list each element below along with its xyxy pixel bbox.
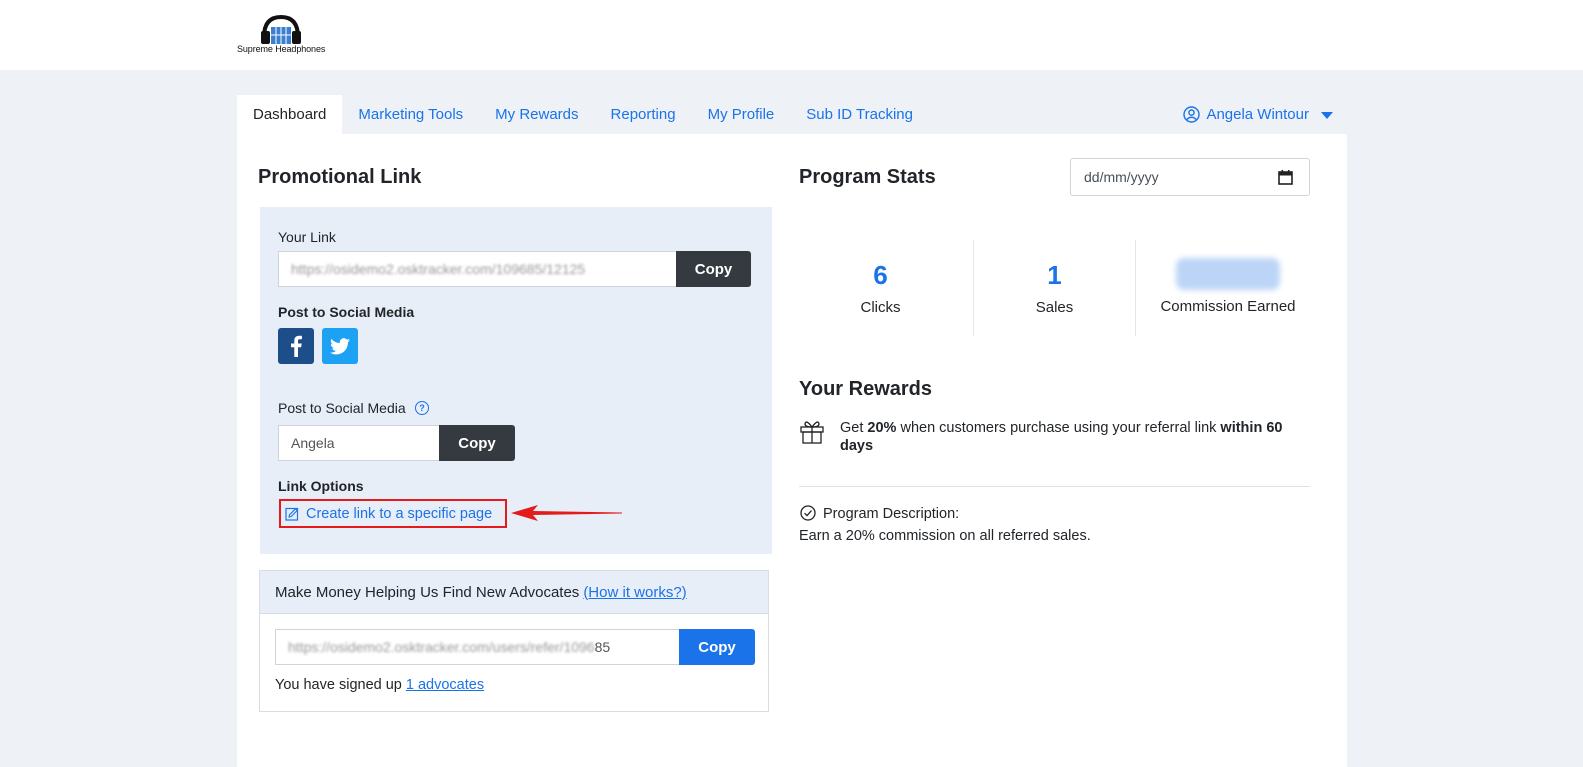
date-filter-input[interactable]: dd/mm/yyyy: [1070, 158, 1310, 196]
copy-refer-link-button[interactable]: Copy: [679, 629, 755, 665]
reward-description: Get 20% when customers purchase using yo…: [840, 419, 1310, 455]
reward-text-pre: Get: [840, 420, 868, 436]
advocates-heading: Make Money Helping Us Find New Advocates…: [260, 571, 768, 614]
user-name: Angela Wintour: [1206, 106, 1309, 123]
stat-commission: Commission Earned: [1136, 240, 1320, 336]
advocates-count-link[interactable]: 1 advocates: [406, 677, 484, 693]
stat-clicks: 6 Clicks: [799, 240, 962, 336]
stat-sales-caption: Sales: [1035, 299, 1074, 316]
edit-icon: [285, 507, 299, 521]
tab-marketing-tools[interactable]: Marketing Tools: [342, 95, 479, 134]
signed-up-line: You have signed up 1 advocates: [275, 677, 484, 693]
coupon-value: Angela: [291, 435, 335, 451]
tab-my-rewards[interactable]: My Rewards: [479, 95, 594, 134]
tab-sub-id-tracking[interactable]: Sub ID Tracking: [790, 95, 929, 134]
gift-icon: [800, 421, 824, 444]
copy-link-button[interactable]: Copy: [676, 251, 751, 287]
dashboard-card: Promotional Link Your Link https://oside…: [237, 134, 1347, 767]
main-nav: Dashboard Marketing Tools My Rewards Rep…: [237, 95, 929, 134]
social-media-title: Post to Social Media: [278, 304, 415, 320]
tab-my-profile[interactable]: My Profile: [692, 95, 791, 134]
twitter-share-button[interactable]: [322, 328, 358, 364]
coupon-label: Post to Social Media: [278, 400, 406, 416]
link-options-title: Link Options: [278, 478, 364, 494]
divider: [799, 486, 1310, 487]
stat-commission-caption: Commission Earned: [1160, 298, 1296, 315]
program-stats-title: Program Stats: [799, 166, 936, 188]
help-icon[interactable]: ?: [415, 401, 429, 415]
promotional-link-title: Promotional Link: [258, 166, 422, 188]
logo[interactable]: Supreme Headphones: [237, 15, 329, 57]
your-link-label: Your Link: [278, 229, 336, 245]
create-link-specific-page[interactable]: Create link to a specific page: [279, 499, 507, 528]
program-description-text: Earn a 20% commission on all referred sa…: [799, 528, 1091, 544]
advocates-panel: Make Money Helping Us Find New Advocates…: [259, 570, 769, 712]
tab-dashboard[interactable]: Dashboard: [237, 95, 343, 134]
logo-text: Supreme Headphones: [237, 44, 326, 54]
your-link-input[interactable]: https://osidemo2.osktracker.com/109685/1…: [278, 251, 677, 287]
tab-reporting[interactable]: Reporting: [595, 95, 692, 134]
stat-commission-value-blurred: [1176, 258, 1280, 290]
create-link-label: Create link to a specific page: [306, 505, 493, 522]
user-circle-icon: [1183, 106, 1201, 123]
chevron-down-icon: [1321, 112, 1333, 119]
advocates-heading-text: Make Money Helping Us Find New Advocates: [275, 583, 580, 601]
reward-text-mid: when customers purchase using your refer…: [896, 420, 1221, 436]
refer-link-suffix: 85: [594, 639, 611, 655]
copy-coupon-button[interactable]: Copy: [439, 425, 515, 461]
how-it-works-link[interactable]: (How it works?): [583, 584, 686, 601]
refer-link-input[interactable]: https://osidemo2.osktracker.com/users/re…: [275, 629, 681, 665]
signed-up-text: You have signed up: [275, 677, 402, 693]
your-rewards-title: Your Rewards: [799, 378, 932, 400]
facebook-icon: [291, 335, 302, 357]
calendar-icon[interactable]: [1278, 170, 1293, 185]
user-menu[interactable]: Angela Wintour: [1183, 95, 1333, 134]
coupon-input[interactable]: Angela: [278, 425, 440, 461]
your-link-value: https://osidemo2.osktracker.com/109685/1…: [291, 261, 586, 277]
stat-clicks-caption: Clicks: [860, 299, 901, 316]
headphones-logo-icon: [261, 15, 301, 44]
stat-sales-value: 1: [1047, 260, 1062, 290]
facebook-share-button[interactable]: [278, 328, 314, 364]
top-bar: Supreme Headphones: [0, 0, 1583, 70]
annotation-arrow: [511, 505, 622, 521]
check-circle-icon: [800, 505, 816, 521]
reward-percent: 20%: [867, 420, 897, 436]
date-placeholder: dd/mm/yyyy: [1084, 169, 1159, 185]
stat-sales: 1 Sales: [974, 240, 1135, 336]
program-description-label: Program Description:: [823, 506, 960, 522]
refer-link-value: https://osidemo2.osktracker.com/users/re…: [288, 639, 595, 655]
stat-clicks-value: 6: [873, 260, 888, 290]
twitter-icon: [330, 337, 350, 354]
